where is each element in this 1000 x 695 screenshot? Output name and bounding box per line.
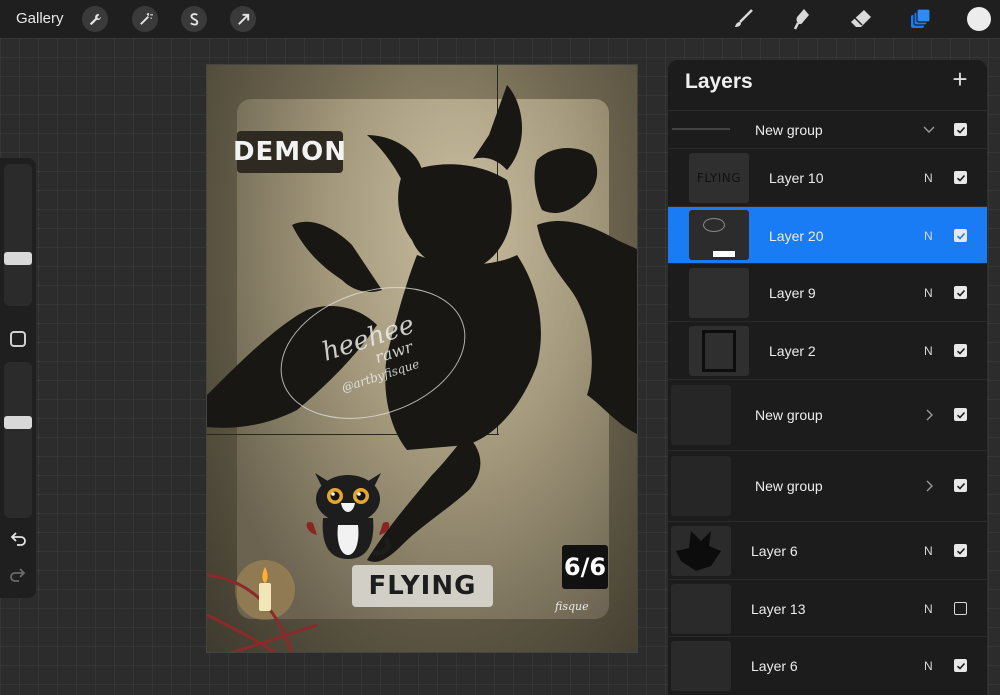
layer-thumbnail [689, 326, 749, 376]
blend-mode[interactable]: N [924, 344, 933, 358]
visibility-checkbox[interactable] [954, 171, 967, 184]
group-thumbnail [671, 456, 731, 516]
brush-size-thumb[interactable] [4, 251, 32, 265]
layer-name: Layer 6 [751, 543, 798, 559]
artist-signature: fisque [555, 600, 589, 613]
demon-label: DEMON [233, 131, 346, 173]
thumbnail-text: FLYING [696, 171, 742, 185]
blend-mode[interactable]: N [924, 544, 933, 558]
blend-mode[interactable]: N [924, 171, 933, 185]
opacity-slider[interactable] [4, 362, 32, 518]
chevron-right-icon[interactable] [922, 408, 936, 422]
visibility-checkbox[interactable] [954, 659, 967, 672]
blend-mode[interactable]: N [924, 229, 933, 243]
layer-name: New group [755, 478, 823, 494]
layer-group-row[interactable]: New group [668, 379, 987, 450]
layer-name: New group [755, 122, 823, 138]
score-label: 6/6 [562, 545, 608, 589]
layer-row[interactable]: Layer 6 N [668, 636, 987, 695]
visibility-checkbox[interactable] [954, 229, 967, 242]
wrench-icon[interactable] [82, 6, 108, 32]
drawing-canvas[interactable]: DEMON heehee rawr @artbyfisque FLYING 6/… [206, 64, 638, 653]
top-toolbar: Gallery [0, 0, 1000, 38]
layer-group-row[interactable]: New group [668, 450, 987, 521]
blend-mode[interactable]: N [924, 602, 933, 616]
layer-row[interactable]: FLYING Layer 10 N [668, 148, 987, 206]
layer-name: Layer 20 [769, 228, 824, 244]
layers-icon[interactable] [906, 5, 934, 33]
layer-name: Layer 6 [751, 658, 798, 674]
layer-thumbnail [671, 641, 731, 691]
visibility-checkbox[interactable] [954, 544, 967, 557]
left-sidebar [0, 158, 36, 598]
brush-size-slider[interactable] [4, 164, 32, 306]
layers-title: Layers [685, 70, 753, 93]
thumbnail-mark [676, 531, 721, 571]
group-divider [672, 128, 730, 130]
layer-row[interactable]: Layer 6 N [668, 521, 987, 579]
visibility-checkbox[interactable] [954, 123, 967, 136]
redo-icon[interactable] [8, 565, 28, 585]
layer-name: Layer 13 [751, 601, 806, 617]
layer-row[interactable]: Layer 9 N [668, 263, 987, 321]
thumbnail-mark [703, 218, 725, 232]
layer-row-selected[interactable]: Layer 20 N [668, 206, 987, 263]
layer-name: Layer 10 [769, 170, 824, 186]
layer-row[interactable]: Layer 13 N [668, 579, 987, 636]
layer-row[interactable]: Layer 2 N [668, 321, 987, 379]
transform-arrow-icon[interactable] [230, 6, 256, 32]
candle-illustration [207, 560, 318, 652]
visibility-checkbox[interactable] [954, 408, 967, 421]
layer-name: Layer 2 [769, 343, 816, 359]
color-picker-swatch[interactable] [967, 7, 991, 31]
gallery-button[interactable]: Gallery [16, 10, 64, 27]
visibility-checkbox[interactable] [954, 344, 967, 357]
blend-mode[interactable]: N [924, 659, 933, 673]
thumbnail-mark [713, 251, 735, 257]
layer-thumbnail [671, 526, 731, 576]
smudge-icon[interactable] [788, 5, 816, 33]
brush-icon[interactable] [729, 5, 757, 33]
opacity-thumb[interactable] [4, 416, 32, 430]
blend-mode[interactable]: N [924, 286, 933, 300]
flying-label: FLYING [352, 565, 493, 607]
chevron-down-icon[interactable] [922, 123, 936, 137]
layer-thumbnail: FLYING [689, 153, 749, 203]
layer-thumbnail [689, 210, 749, 260]
add-layer-icon[interactable]: + [949, 66, 971, 92]
thumbnail-mark [702, 330, 736, 372]
layer-name: New group [755, 407, 823, 423]
visibility-checkbox[interactable] [954, 602, 967, 615]
magic-wand-icon[interactable] [132, 6, 158, 32]
layer-thumbnail [689, 268, 749, 318]
eraser-icon[interactable] [847, 5, 875, 33]
layer-thumbnail [671, 584, 731, 634]
layer-group-row[interactable]: New group [668, 110, 987, 148]
selection-icon[interactable] [181, 6, 207, 32]
group-thumbnail [671, 385, 731, 445]
layers-panel: Layers + New group FLYING Layer 10 N Lay… [668, 60, 987, 695]
visibility-checkbox[interactable] [954, 286, 967, 299]
modify-button[interactable] [10, 331, 26, 347]
layer-name: Layer 9 [769, 285, 816, 301]
undo-icon[interactable] [8, 529, 28, 549]
chevron-right-icon[interactable] [922, 479, 936, 493]
visibility-checkbox[interactable] [954, 479, 967, 492]
